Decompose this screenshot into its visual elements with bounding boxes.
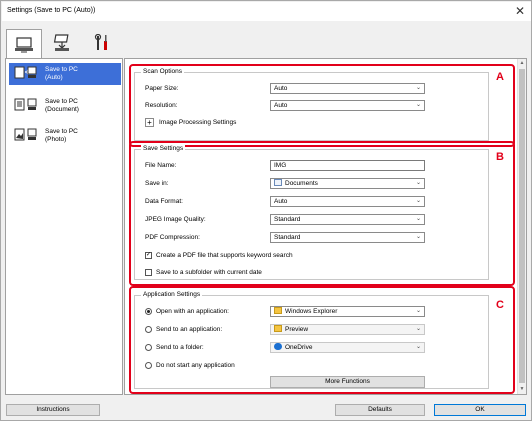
data-format-label: Data Format: (145, 198, 183, 205)
image-processing-label[interactable]: Image Processing Settings (159, 119, 236, 126)
send-folder-label: Send to a folder: (156, 344, 204, 351)
file-name-label: File Name: (145, 162, 177, 169)
chevron-down-icon: ⌄ (415, 102, 421, 108)
expand-icon[interactable]: + (145, 118, 154, 127)
onedrive-cloud-icon (274, 343, 282, 350)
pdf-compression-select[interactable]: Standard ⌄ (270, 232, 425, 243)
scroll-down-icon: ▼ (519, 386, 525, 392)
save-settings-title: Save Settings (141, 145, 186, 152)
chevron-down-icon: ⌄ (415, 180, 421, 186)
scan-options-title: Scan Options (141, 68, 185, 75)
defaults-button[interactable]: Defaults (335, 404, 425, 416)
tools-icon (94, 34, 107, 50)
open-app-select[interactable]: Windows Explorer ⌄ (270, 306, 425, 317)
subfolder-label: Save to a subfolder with current date (156, 269, 262, 276)
save-auto-icon (9, 63, 41, 85)
chevron-down-icon: ⌄ (415, 308, 421, 314)
send-app-radio[interactable] (145, 326, 152, 333)
tab-scan-from-panel[interactable] (44, 29, 80, 57)
window-title: Settings (Save to PC (Auto)) (7, 7, 96, 14)
badge-c: C (496, 299, 504, 311)
explorer-folder-icon (274, 307, 282, 314)
title-bar: Settings (Save to PC (Auto)) ✕ (2, 2, 531, 21)
list-item-save-to-pc-document[interactable]: Save to PC (Document) (9, 95, 121, 117)
send-folder-radio[interactable] (145, 344, 152, 351)
keyword-pdf-checkbox[interactable]: ✓ (145, 252, 152, 259)
scan-options-group: Scan Options Paper Size: Auto ⌄ Resolutio… (134, 68, 489, 141)
save-in-select[interactable]: Documents ⌄ (270, 178, 425, 189)
list-item-label: Save to PC (Photo) (45, 128, 78, 143)
more-functions-button[interactable]: More Functions (270, 376, 425, 388)
subfolder-checkbox[interactable] (145, 269, 152, 276)
data-format-select[interactable]: Auto ⌄ (270, 196, 425, 207)
chevron-down-icon: ⌄ (415, 216, 421, 222)
application-settings-group: Application Settings Open with an applic… (134, 291, 489, 389)
paper-size-select[interactable]: Auto ⌄ (270, 83, 425, 94)
list-item-label: Save to PC (Document) (45, 98, 79, 113)
file-name-input[interactable]: IMG (270, 160, 425, 171)
scan-mode-list: Save to PC (Auto) Save to PC (Document) (5, 58, 123, 395)
jpeg-quality-select[interactable]: Standard ⌄ (270, 214, 425, 225)
resolution-select[interactable]: Auto ⌄ (270, 100, 425, 111)
device-scan-icon (53, 34, 69, 51)
send-folder-select[interactable]: OneDrive ⌄ (270, 342, 425, 353)
instructions-button[interactable]: Instructions (6, 404, 100, 416)
tab-general-settings[interactable] (84, 29, 120, 57)
list-item-save-to-pc-auto[interactable]: Save to PC (Auto) (9, 63, 121, 85)
open-app-label: Open with an application: (156, 308, 229, 315)
send-app-select[interactable]: Preview ⌄ (270, 324, 425, 335)
send-app-label: Send to an application: (156, 326, 223, 333)
save-in-label: Save in: (145, 180, 169, 187)
no-app-radio[interactable] (145, 362, 152, 369)
ok-button[interactable]: OK (434, 404, 526, 416)
save-document-icon (9, 95, 41, 117)
chevron-down-icon: ⌄ (415, 344, 421, 350)
scroll-up-icon: ▲ (519, 60, 525, 66)
close-icon[interactable]: ✕ (515, 4, 525, 18)
save-settings-group: Save Settings File Name: IMG Save in: Do… (134, 145, 489, 280)
list-item-label: Save to PC (Auto) (45, 66, 78, 81)
vertical-scrollbar[interactable]: ▲ ▼ (517, 59, 526, 394)
documents-folder-icon (274, 179, 282, 186)
jpeg-quality-label: JPEG Image Quality: (145, 216, 206, 223)
scroll-thumb (519, 69, 525, 383)
chevron-down-icon: ⌄ (415, 85, 421, 91)
list-item-save-to-pc-photo[interactable]: Save to PC (Photo) (9, 125, 121, 147)
settings-panel: A Scan Options Paper Size: Auto ⌄ Resolut… (124, 58, 527, 395)
badge-a: A (496, 71, 504, 83)
pdf-compression-label: PDF Compression: (145, 234, 200, 241)
paper-size-label: Paper Size: (145, 85, 179, 92)
chevron-down-icon: ⌄ (415, 326, 421, 332)
badge-b: B (496, 151, 504, 163)
computer-scan-icon (15, 36, 33, 52)
tab-scan-from-computer[interactable] (6, 29, 42, 59)
application-settings-title: Application Settings (141, 291, 203, 298)
keyword-pdf-label: Create a PDF file that supports keyword … (156, 252, 293, 259)
no-app-label: Do not start any application (156, 362, 235, 369)
preview-app-icon (274, 325, 282, 332)
chevron-down-icon: ⌄ (415, 198, 421, 204)
settings-window: Settings (Save to PC (Auto)) ✕ Save to P… (0, 0, 532, 421)
resolution-label: Resolution: (145, 102, 178, 109)
chevron-down-icon: ⌄ (415, 234, 421, 240)
open-app-radio[interactable] (145, 308, 152, 315)
save-photo-icon (9, 125, 41, 147)
